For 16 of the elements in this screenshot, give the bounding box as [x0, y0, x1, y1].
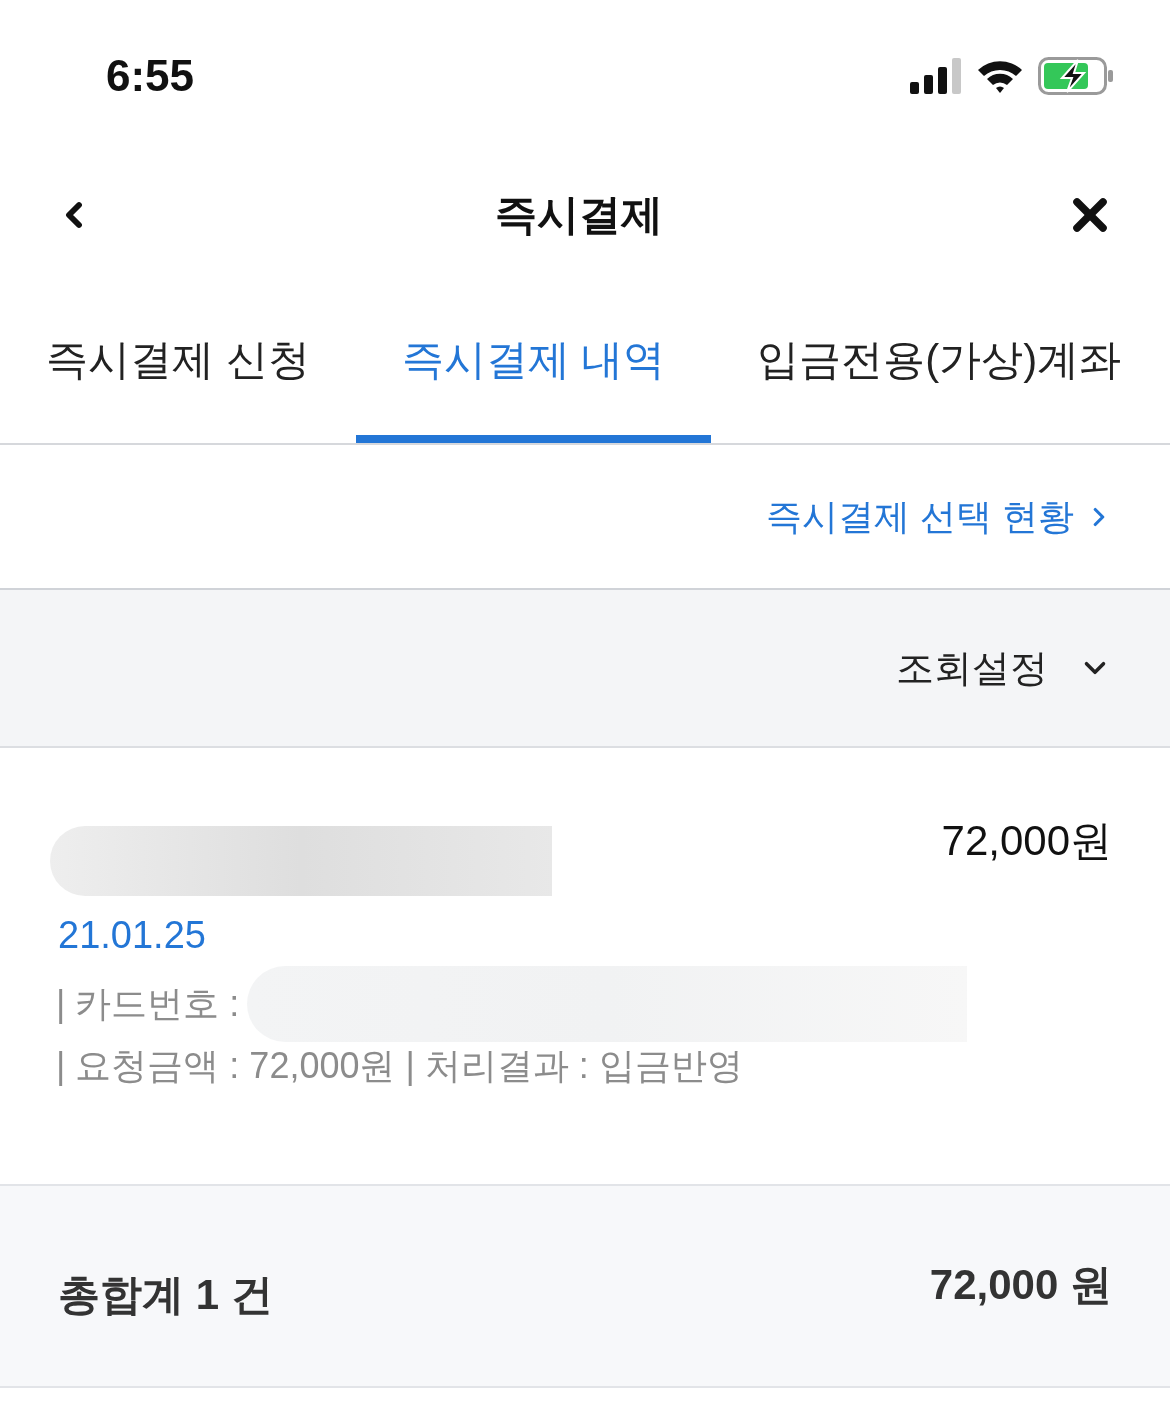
status-time: 6:55 [106, 54, 195, 98]
selection-status-link[interactable]: 즉시결제 선택 현황 [766, 498, 1114, 535]
tab[interactable]: 즉시결제 신청 [0, 280, 356, 443]
total-amount: 72,000 원 [929, 1264, 1112, 1306]
page-title: 즉시결제 [495, 194, 663, 236]
signal-icon [910, 58, 962, 94]
tab[interactable]: 즉시결제 내역 [355, 280, 712, 443]
transaction-date: 21.01.25 [58, 916, 206, 954]
tab[interactable]: 입금전용(가상)계좌 [711, 280, 1168, 443]
transaction-amount: 72,000원 [941, 820, 1113, 862]
transaction-details: | 요청금액 : 72,000원 | 처리결과 : 입금반영 [56, 1048, 743, 1084]
total-count: 총합계 1 건 [58, 1274, 273, 1316]
filter-settings-button[interactable]: 조회설정 [896, 649, 1112, 687]
battery-charging-icon [1038, 57, 1114, 95]
wifi-icon [976, 58, 1024, 94]
card-number-label: | 카드번호 : [56, 986, 240, 1022]
